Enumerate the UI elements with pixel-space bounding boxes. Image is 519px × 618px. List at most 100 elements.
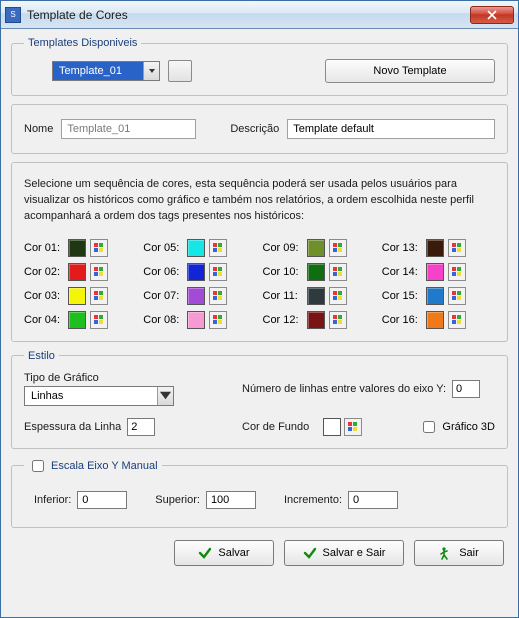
color-picker-button[interactable]	[209, 239, 227, 257]
color-picker-button[interactable]	[329, 311, 347, 329]
color-label: Cor 15:	[382, 290, 422, 302]
color-item-9: Cor 09:	[263, 239, 376, 257]
color-picker-button[interactable]	[448, 263, 466, 281]
color-label: Cor 05:	[143, 242, 183, 254]
color-picker-button[interactable]	[90, 239, 108, 257]
color-swatch	[307, 239, 325, 257]
incremento-input[interactable]	[348, 491, 398, 509]
color-swatch	[426, 263, 444, 281]
save-exit-button[interactable]: Salvar e Sair	[284, 540, 404, 566]
color-label: Cor 10:	[263, 266, 303, 278]
color-item-11: Cor 11:	[263, 287, 376, 305]
color-swatch	[307, 287, 325, 305]
instrucao-text: Selecione um sequência de cores, esta se…	[24, 177, 495, 225]
superior-input[interactable]	[206, 491, 256, 509]
save-button[interactable]: Salvar	[174, 540, 274, 566]
dialog-window: S Template de Cores Templates Disponivei…	[0, 0, 519, 618]
color-swatch	[187, 263, 205, 281]
color-label: Cor 04:	[24, 314, 64, 326]
titlebar: S Template de Cores	[1, 1, 518, 29]
exit-button-label: Sair	[459, 547, 479, 559]
color-picker-button[interactable]	[209, 263, 227, 281]
color-label: Cor 13:	[382, 242, 422, 254]
color-label: Cor 11:	[263, 290, 303, 302]
color-label: Cor 14:	[382, 266, 422, 278]
color-item-4: Cor 04:	[24, 311, 137, 329]
template-action-button[interactable]	[168, 60, 192, 82]
color-picker-button[interactable]	[90, 263, 108, 281]
close-icon	[487, 10, 497, 20]
group-estilo: Estilo Tipo de Gráfico Linhas Número de …	[11, 350, 508, 449]
color-label: Cor 03:	[24, 290, 64, 302]
color-picker-button[interactable]	[209, 287, 227, 305]
color-swatch	[68, 239, 86, 257]
color-swatch	[307, 263, 325, 281]
color-swatch	[426, 287, 444, 305]
grafico-3d-label: Gráfico 3D	[442, 421, 495, 433]
tipo-grafico-value: Linhas	[25, 387, 157, 405]
color-label: Cor 07:	[143, 290, 183, 302]
cor-fundo-swatch	[323, 418, 341, 436]
color-item-2: Cor 02:	[24, 263, 137, 281]
bottom-bar: Salvar Salvar e Sair Sair	[11, 536, 508, 566]
color-item-7: Cor 07:	[143, 287, 256, 305]
color-swatch	[68, 287, 86, 305]
num-linhas-input[interactable]	[452, 380, 480, 398]
check-icon	[303, 546, 317, 560]
color-swatch	[68, 263, 86, 281]
espessura-input[interactable]	[127, 418, 155, 436]
color-item-1: Cor 01:	[24, 239, 137, 257]
chevron-down-icon	[157, 387, 173, 405]
group-escala: Escala Eixo Y Manual Inferior: Superior:…	[11, 457, 508, 528]
color-picker-button[interactable]	[448, 311, 466, 329]
chevron-down-icon	[143, 62, 159, 80]
color-item-13: Cor 13:	[382, 239, 495, 257]
color-picker-button[interactable]	[209, 311, 227, 329]
tipo-grafico-select[interactable]: Linhas	[24, 386, 174, 406]
group-nome-descricao: Nome Descrição	[11, 104, 508, 154]
num-linhas-label: Número de linhas entre valores do eixo Y…	[242, 383, 446, 395]
color-swatch	[187, 287, 205, 305]
color-picker-button[interactable]	[329, 287, 347, 305]
palette-icon	[347, 421, 359, 433]
escala-manual-checkbox[interactable]: Escala Eixo Y Manual	[28, 457, 158, 475]
grafico-3d-checkbox[interactable]: Gráfico 3D	[419, 418, 495, 436]
color-picker-button[interactable]	[448, 239, 466, 257]
color-picker-button[interactable]	[448, 287, 466, 305]
color-picker-button[interactable]	[90, 287, 108, 305]
espessura-label: Espessura da Linha	[24, 421, 121, 433]
color-swatch	[187, 311, 205, 329]
color-item-5: Cor 05:	[143, 239, 256, 257]
template-select[interactable]: Template_01	[52, 61, 160, 81]
inferior-input[interactable]	[77, 491, 127, 509]
color-swatch	[426, 311, 444, 329]
color-label: Cor 09:	[263, 242, 303, 254]
color-item-12: Cor 12:	[263, 311, 376, 329]
dialog-content: Templates Disponiveis Template_01 Novo T…	[1, 29, 518, 617]
close-button[interactable]	[470, 6, 514, 24]
descricao-input[interactable]	[287, 119, 495, 139]
cor-fundo-label: Cor de Fundo	[242, 421, 309, 433]
nome-input[interactable]	[61, 119, 196, 139]
color-item-3: Cor 03:	[24, 287, 137, 305]
color-picker-button[interactable]	[329, 263, 347, 281]
color-label: Cor 16:	[382, 314, 422, 326]
color-item-16: Cor 16:	[382, 311, 495, 329]
grafico-3d-input[interactable]	[423, 421, 435, 433]
color-label: Cor 06:	[143, 266, 183, 278]
color-picker-button[interactable]	[329, 239, 347, 257]
new-template-button[interactable]: Novo Template	[325, 59, 495, 83]
color-item-10: Cor 10:	[263, 263, 376, 281]
color-label: Cor 02:	[24, 266, 64, 278]
color-item-8: Cor 08:	[143, 311, 256, 329]
group-templates-legend: Templates Disponiveis	[24, 37, 141, 49]
exit-button[interactable]: Sair	[414, 540, 504, 566]
color-picker-button[interactable]	[90, 311, 108, 329]
inferior-label: Inferior:	[34, 494, 71, 506]
template-select-value: Template_01	[53, 62, 143, 80]
escala-manual-input[interactable]	[32, 460, 44, 472]
cor-fundo-picker-button[interactable]	[344, 418, 362, 436]
color-item-14: Cor 14:	[382, 263, 495, 281]
color-label: Cor 12:	[263, 314, 303, 326]
colors-grid: Cor 01: Cor 02: Cor 03: Cor 04: Cor 05: Cor 0…	[24, 239, 495, 329]
